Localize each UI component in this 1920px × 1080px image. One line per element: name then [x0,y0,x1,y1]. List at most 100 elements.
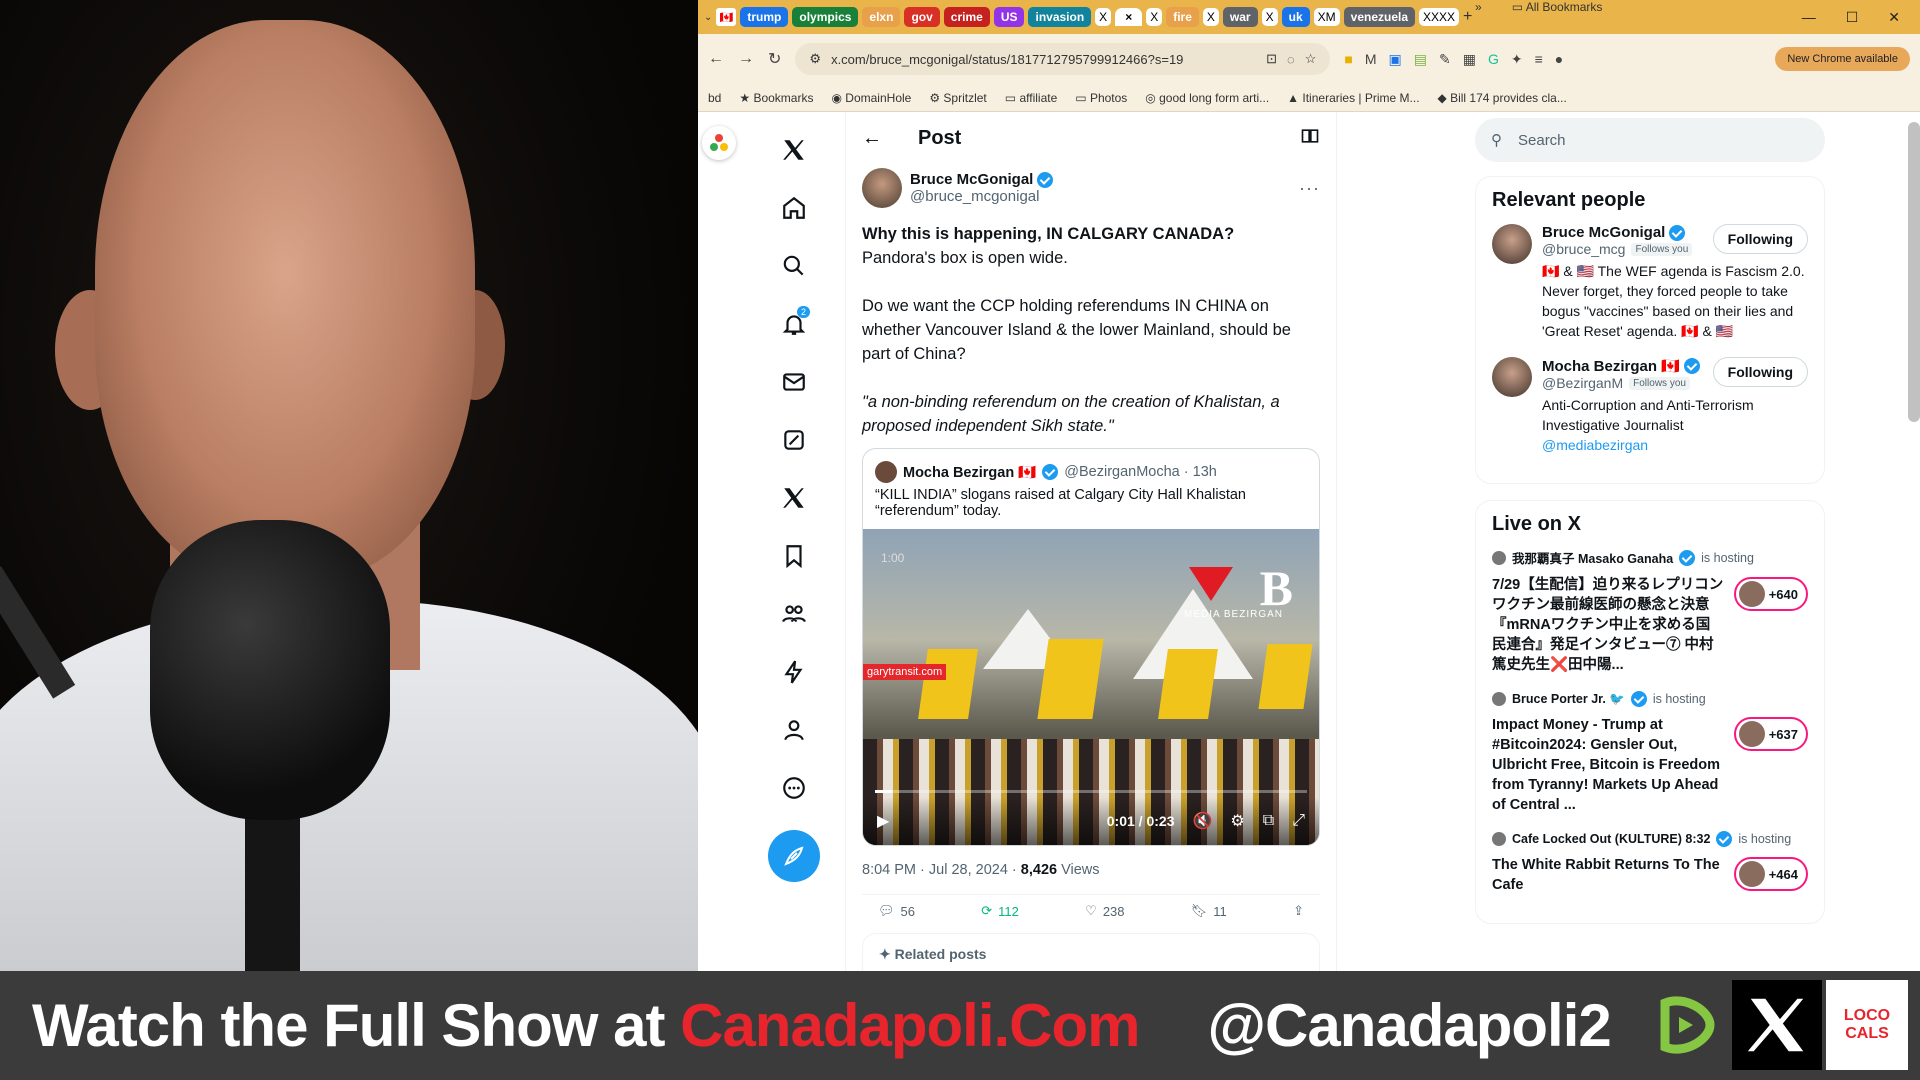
tab-search-icon[interactable]: ⌄ [704,12,712,23]
puzzle-icon[interactable]: ✦ [1511,51,1523,68]
bookmark-item[interactable]: ⚙ Spritzlet [929,91,986,105]
search-box[interactable]: ⚲ Search [1475,118,1825,162]
back-icon[interactable]: ← [708,50,724,68]
more-options-icon[interactable]: ··· [1299,178,1320,199]
x-logo-icon[interactable] [766,122,822,178]
tab-group-uk[interactable]: uk [1281,7,1310,27]
settings-icon[interactable]: ⚙ [1230,811,1244,831]
communities-icon[interactable] [766,586,822,642]
flag-favicon-icon[interactable]: 🇨🇦 [716,8,737,26]
extension-icon[interactable]: ▦ [1463,51,1476,68]
messages-icon[interactable] [766,354,822,410]
new-tab-icon[interactable]: + [1463,8,1472,26]
post-author[interactable]: Bruce McGonigal @bruce_mcgonigal ··· [846,164,1336,212]
post-timestamp[interactable]: 8:04 PM · Jul 28, 2024 · [862,862,1017,878]
live-space[interactable]: 我那覇真子 Masako Ganaha is hosting 7/29【生配信】迫… [1492,548,1808,675]
more-bookmarks-icon[interactable]: » [1475,0,1482,14]
following-button[interactable]: Following [1712,224,1808,254]
person-card[interactable]: Mocha Bezirgan 🇨🇦 @BezirganM Follows you … [1492,357,1808,455]
x-tab-icon[interactable]: X [1261,8,1278,26]
share-button[interactable]: ⇪ [1293,903,1304,919]
grammarly-icon[interactable]: G [1488,51,1499,68]
extension-floating-icon[interactable] [702,126,736,160]
avatar[interactable] [1492,224,1532,264]
reader-mode-icon[interactable] [1300,126,1320,151]
x-tab-icon[interactable]: X [1202,8,1219,26]
x-tab-icon[interactable]: X [1095,8,1112,26]
tab-group-fire[interactable]: fire [1166,7,1199,27]
tab-group-crime[interactable]: crime [943,7,990,27]
bookmark-item[interactable]: bd [708,91,721,105]
bookmark-item[interactable]: ◆ Bill 174 provides cla... [1438,91,1567,105]
home-icon[interactable] [766,180,822,236]
verified-orgs-icon[interactable] [766,644,822,700]
bookmarks-icon[interactable] [766,528,822,584]
tab-group-us[interactable]: US [993,7,1025,27]
premium-x-icon[interactable] [766,470,822,526]
bookmark-button[interactable]: 🔖︎ 11 [1191,903,1227,919]
tab-group-venezuela[interactable]: venezuela [1343,7,1416,27]
extension-icon[interactable]: M [1365,51,1377,68]
extension-icon[interactable]: ▤ [1414,51,1427,68]
extension-icon[interactable]: ■ [1344,51,1352,68]
person-card[interactable]: Bruce McGonigal @bruce_mcg Follows you Fo… [1492,224,1808,341]
close-window-icon[interactable]: ✕ [1888,9,1900,26]
tab-group-invasion[interactable]: invasion [1028,7,1092,27]
eye-off-icon[interactable]: ◌ [1287,52,1295,67]
extension-icon[interactable]: ✎ [1439,51,1451,68]
tab-group-gov[interactable]: gov [904,7,940,27]
author-handle[interactable]: @bruce_mcgonigal [910,188,1053,205]
pip-icon[interactable]: ⧉ [1263,812,1274,830]
bookmark-item[interactable]: ▲ Itineraries | Prime M... [1287,91,1419,105]
bookmark-item[interactable]: ★ Bookmarks [739,91,813,105]
profile-icon[interactable] [766,702,822,758]
back-arrow-icon[interactable]: ← [862,127,882,150]
site-info-icon[interactable]: ⚙ [809,51,821,67]
forward-icon[interactable]: → [738,50,754,68]
fullscreen-icon[interactable]: ⤢ [1292,812,1305,830]
x-tab-icon[interactable]: XXXX [1419,8,1460,26]
related-posts[interactable]: ✦ Related posts [862,933,1320,971]
listener-count[interactable]: +464 [1733,857,1808,891]
mute-icon[interactable]: 🔇 [1192,811,1212,831]
omnibox[interactable]: ⚙ x.com/bruce_mcgonigal/status/181771279… [795,43,1331,75]
repost-button[interactable]: ⟳ 112 [981,903,1019,919]
reply-button[interactable]: 💬︎ 56 [878,903,915,919]
extension-icon[interactable]: ▣ [1389,51,1402,68]
url-text[interactable]: x.com/bruce_mcgonigal/status/18177127957… [831,52,1256,67]
video-player[interactable]: 1:00 B MEDIA BEZIRGAN garytransit.com ▶ … [863,529,1319,845]
bookmark-item[interactable]: ◉ DomainHole [831,91,911,105]
listener-count[interactable]: +640 [1733,577,1808,611]
media-icon[interactable]: ≡ [1535,51,1543,68]
avatar[interactable] [1492,357,1532,397]
tab-group-olympics[interactable]: olympics [792,7,859,27]
quoted-post[interactable]: Mocha Bezirgan 🇨🇦 @BezirganMocha · 13h “… [862,448,1320,846]
notifications-icon[interactable]: 2 [766,296,822,352]
bookmark-item[interactable]: ◎ good long form arti... [1145,91,1269,105]
all-bookmarks-button[interactable]: ▭ All Bookmarks [1512,0,1603,14]
maximize-icon[interactable]: ☐ [1846,9,1859,26]
reload-icon[interactable]: ↻ [768,49,781,69]
following-button[interactable]: Following [1712,357,1808,387]
active-tab-close-icon[interactable]: × [1115,8,1143,26]
live-space[interactable]: Bruce Porter Jr. 🐦 is hosting Impact Mone… [1492,691,1808,815]
compose-post-button[interactable] [768,830,820,882]
star-icon[interactable]: ☆ [1305,51,1317,67]
x-tab-icon[interactable]: X [1146,8,1163,26]
author-name[interactable]: Bruce McGonigal [910,171,1033,188]
x-tab-icon[interactable]: XM [1313,8,1340,26]
new-chrome-button[interactable]: New Chrome available [1775,47,1910,71]
tab-group-elxn[interactable]: elxn [862,7,901,27]
tab-group-trump[interactable]: trump [740,7,789,27]
tab-group-war[interactable]: war [1222,7,1258,27]
profile-icon[interactable]: ● [1555,51,1563,68]
bio-link[interactable]: @mediabezirgan [1542,437,1648,453]
bookmark-item[interactable]: ▭ affiliate [1005,91,1057,105]
explore-icon[interactable] [766,238,822,294]
more-circle-icon[interactable] [766,760,822,816]
bookmark-item[interactable]: ▭ Photos [1075,91,1127,105]
page-scrollbar[interactable] [1908,122,1920,422]
listener-count[interactable]: +637 [1733,717,1808,751]
like-button[interactable]: ♡ 238 [1085,903,1124,919]
live-space[interactable]: Cafe Locked Out (KULTURE) 8:32 is hosting… [1492,831,1808,895]
